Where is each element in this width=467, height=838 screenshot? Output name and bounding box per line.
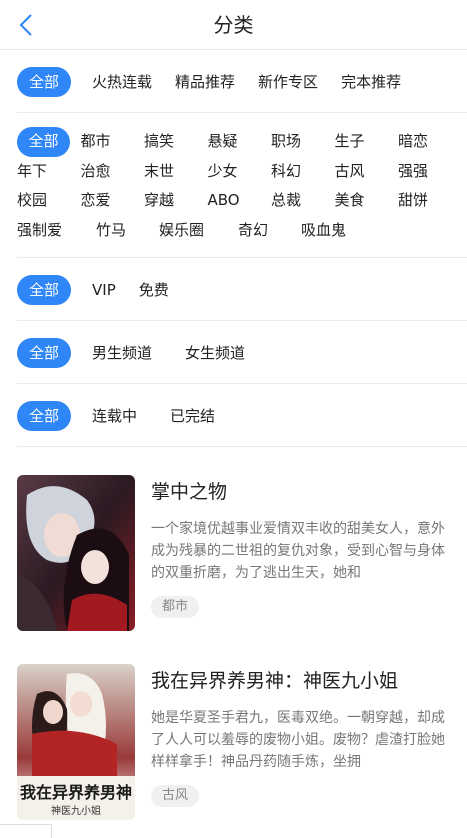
filter-chip[interactable]: 年下 — [17, 157, 81, 187]
filter-chip[interactable]: 男生频道 — [92, 338, 152, 368]
filter-chip[interactable]: 全部 — [17, 338, 72, 369]
filter-chip[interactable]: 连载中 — [92, 401, 137, 431]
filter-chip[interactable]: 恋爱 — [81, 186, 145, 216]
filter-chip[interactable]: 强强 — [398, 157, 462, 187]
filter-chip[interactable]: 都市 — [81, 127, 145, 157]
book-tag: 古风 — [151, 785, 200, 808]
filter-chip[interactable]: 完本推荐 — [341, 67, 401, 97]
cover-title-text: 我在异界养男神 — [20, 783, 132, 802]
filter-chip[interactable]: 竹马 — [96, 216, 159, 246]
filter-chip[interactable]: 精品推荐 — [175, 67, 235, 97]
book-item[interactable]: 掌中之物 一个家境优越事业爱情双丰收的甜美女人，意外成为残暴的二世祖的复仇对象，… — [0, 475, 467, 632]
filter-chip[interactable]: 全部 — [17, 127, 70, 157]
filter-chip[interactable]: 校园 — [17, 186, 81, 216]
book-info: 我在异界养男神：神医九小姐 她是华夏圣手君九，医毒双绝。一朝穿越，却成了人人可以… — [151, 664, 467, 820]
filter-row-section: 全部 火热连载 精品推荐 新作专区 完本推荐 — [17, 50, 467, 113]
filter-chip[interactable]: 甜饼 — [398, 186, 462, 216]
filter-chip[interactable]: 古风 — [335, 157, 399, 187]
filter-chip[interactable]: ABO — [208, 186, 272, 216]
filter-chip[interactable]: 奇幻 — [238, 216, 301, 246]
filter-chip[interactable]: 少女 — [208, 157, 272, 187]
filter-chip[interactable]: 末世 — [144, 157, 208, 187]
filter-chip[interactable]: 女生频道 — [185, 338, 245, 368]
cover-illustration — [17, 475, 135, 632]
filter-chip[interactable]: 穿越 — [144, 186, 208, 216]
book-title[interactable]: 掌中之物 — [151, 479, 447, 505]
filter-row-channel: 全部 男生频道 女生频道 — [17, 321, 467, 385]
filter-chip[interactable]: 吸血鬼 — [301, 216, 365, 246]
filter-chip[interactable]: 强制爱 — [17, 216, 96, 246]
book-title[interactable]: 我在异界养男神：神医九小姐 — [151, 668, 447, 694]
filter-chip[interactable]: 免费 — [139, 275, 169, 305]
book-cover[interactable]: 我在异界养男神 神医九小姐 — [17, 664, 135, 821]
book-item[interactable]: 我在异界养男神 神医九小姐 我在异界养男神：神医九小姐 她是华夏圣手君九，医毒双… — [0, 664, 467, 821]
filter-panel: 全部 火热连载 精品推荐 新作专区 完本推荐 全部 都市 搞笑 悬疑 职场 生子… — [0, 50, 467, 448]
filter-chip[interactable]: 职场 — [271, 127, 335, 157]
filter-chip[interactable]: 娱乐圈 — [159, 216, 238, 246]
filter-chip[interactable]: 暗恋 — [398, 127, 462, 157]
book-info: 掌中之物 一个家境优越事业爱情双丰收的甜美女人，意外成为残暴的二世祖的复仇对象，… — [151, 475, 467, 631]
book-description: 一个家境优越事业爱情双丰收的甜美女人，意外成为残暴的二世祖的复仇对象，受到心智与… — [151, 521, 445, 582]
cover-subtitle-text: 神医九小姐 — [51, 804, 101, 817]
filter-row-pay: 全部 VIP 免费 — [17, 258, 467, 322]
filter-chip[interactable]: 全部 — [17, 67, 72, 97]
filter-chip[interactable]: 新作专区 — [258, 67, 318, 97]
filter-chip[interactable]: VIP — [92, 275, 116, 305]
filter-row-tags: 全部 都市 搞笑 悬疑 职场 生子 暗恋 年下 治愈 末世 少女 科幻 古风 强… — [17, 113, 467, 259]
filter-chip[interactable]: 美食 — [335, 186, 399, 216]
filter-chip[interactable]: 火热连载 — [92, 67, 152, 97]
book-cover[interactable] — [17, 475, 135, 632]
filter-chip[interactable]: 搞笑 — [144, 127, 208, 157]
filter-chip[interactable]: 全部 — [17, 401, 72, 432]
filter-chip[interactable]: 已完结 — [170, 401, 215, 431]
filter-row-status: 全部 连载中 已完结 — [17, 384, 467, 448]
filter-chip[interactable]: 生子 — [335, 127, 399, 157]
header: 分类 — [0, 0, 467, 50]
cover-illustration: 我在异界养男神 神医九小姐 — [17, 664, 135, 821]
page-title: 分类 — [213, 13, 254, 37]
corner-divider — [0, 824, 52, 838]
filter-chip[interactable]: 科幻 — [271, 157, 335, 187]
filter-chip[interactable]: 治愈 — [81, 157, 145, 187]
filter-chip[interactable]: 总裁 — [271, 186, 335, 216]
filter-chip[interactable]: 悬疑 — [208, 127, 272, 157]
filter-chip[interactable]: 全部 — [17, 275, 72, 306]
book-tag: 都市 — [151, 596, 200, 619]
book-description: 她是华夏圣手君九，医毒双绝。一朝穿越，却成了人人可以羞辱的废物小姐。废物？虐渣打… — [151, 710, 445, 771]
